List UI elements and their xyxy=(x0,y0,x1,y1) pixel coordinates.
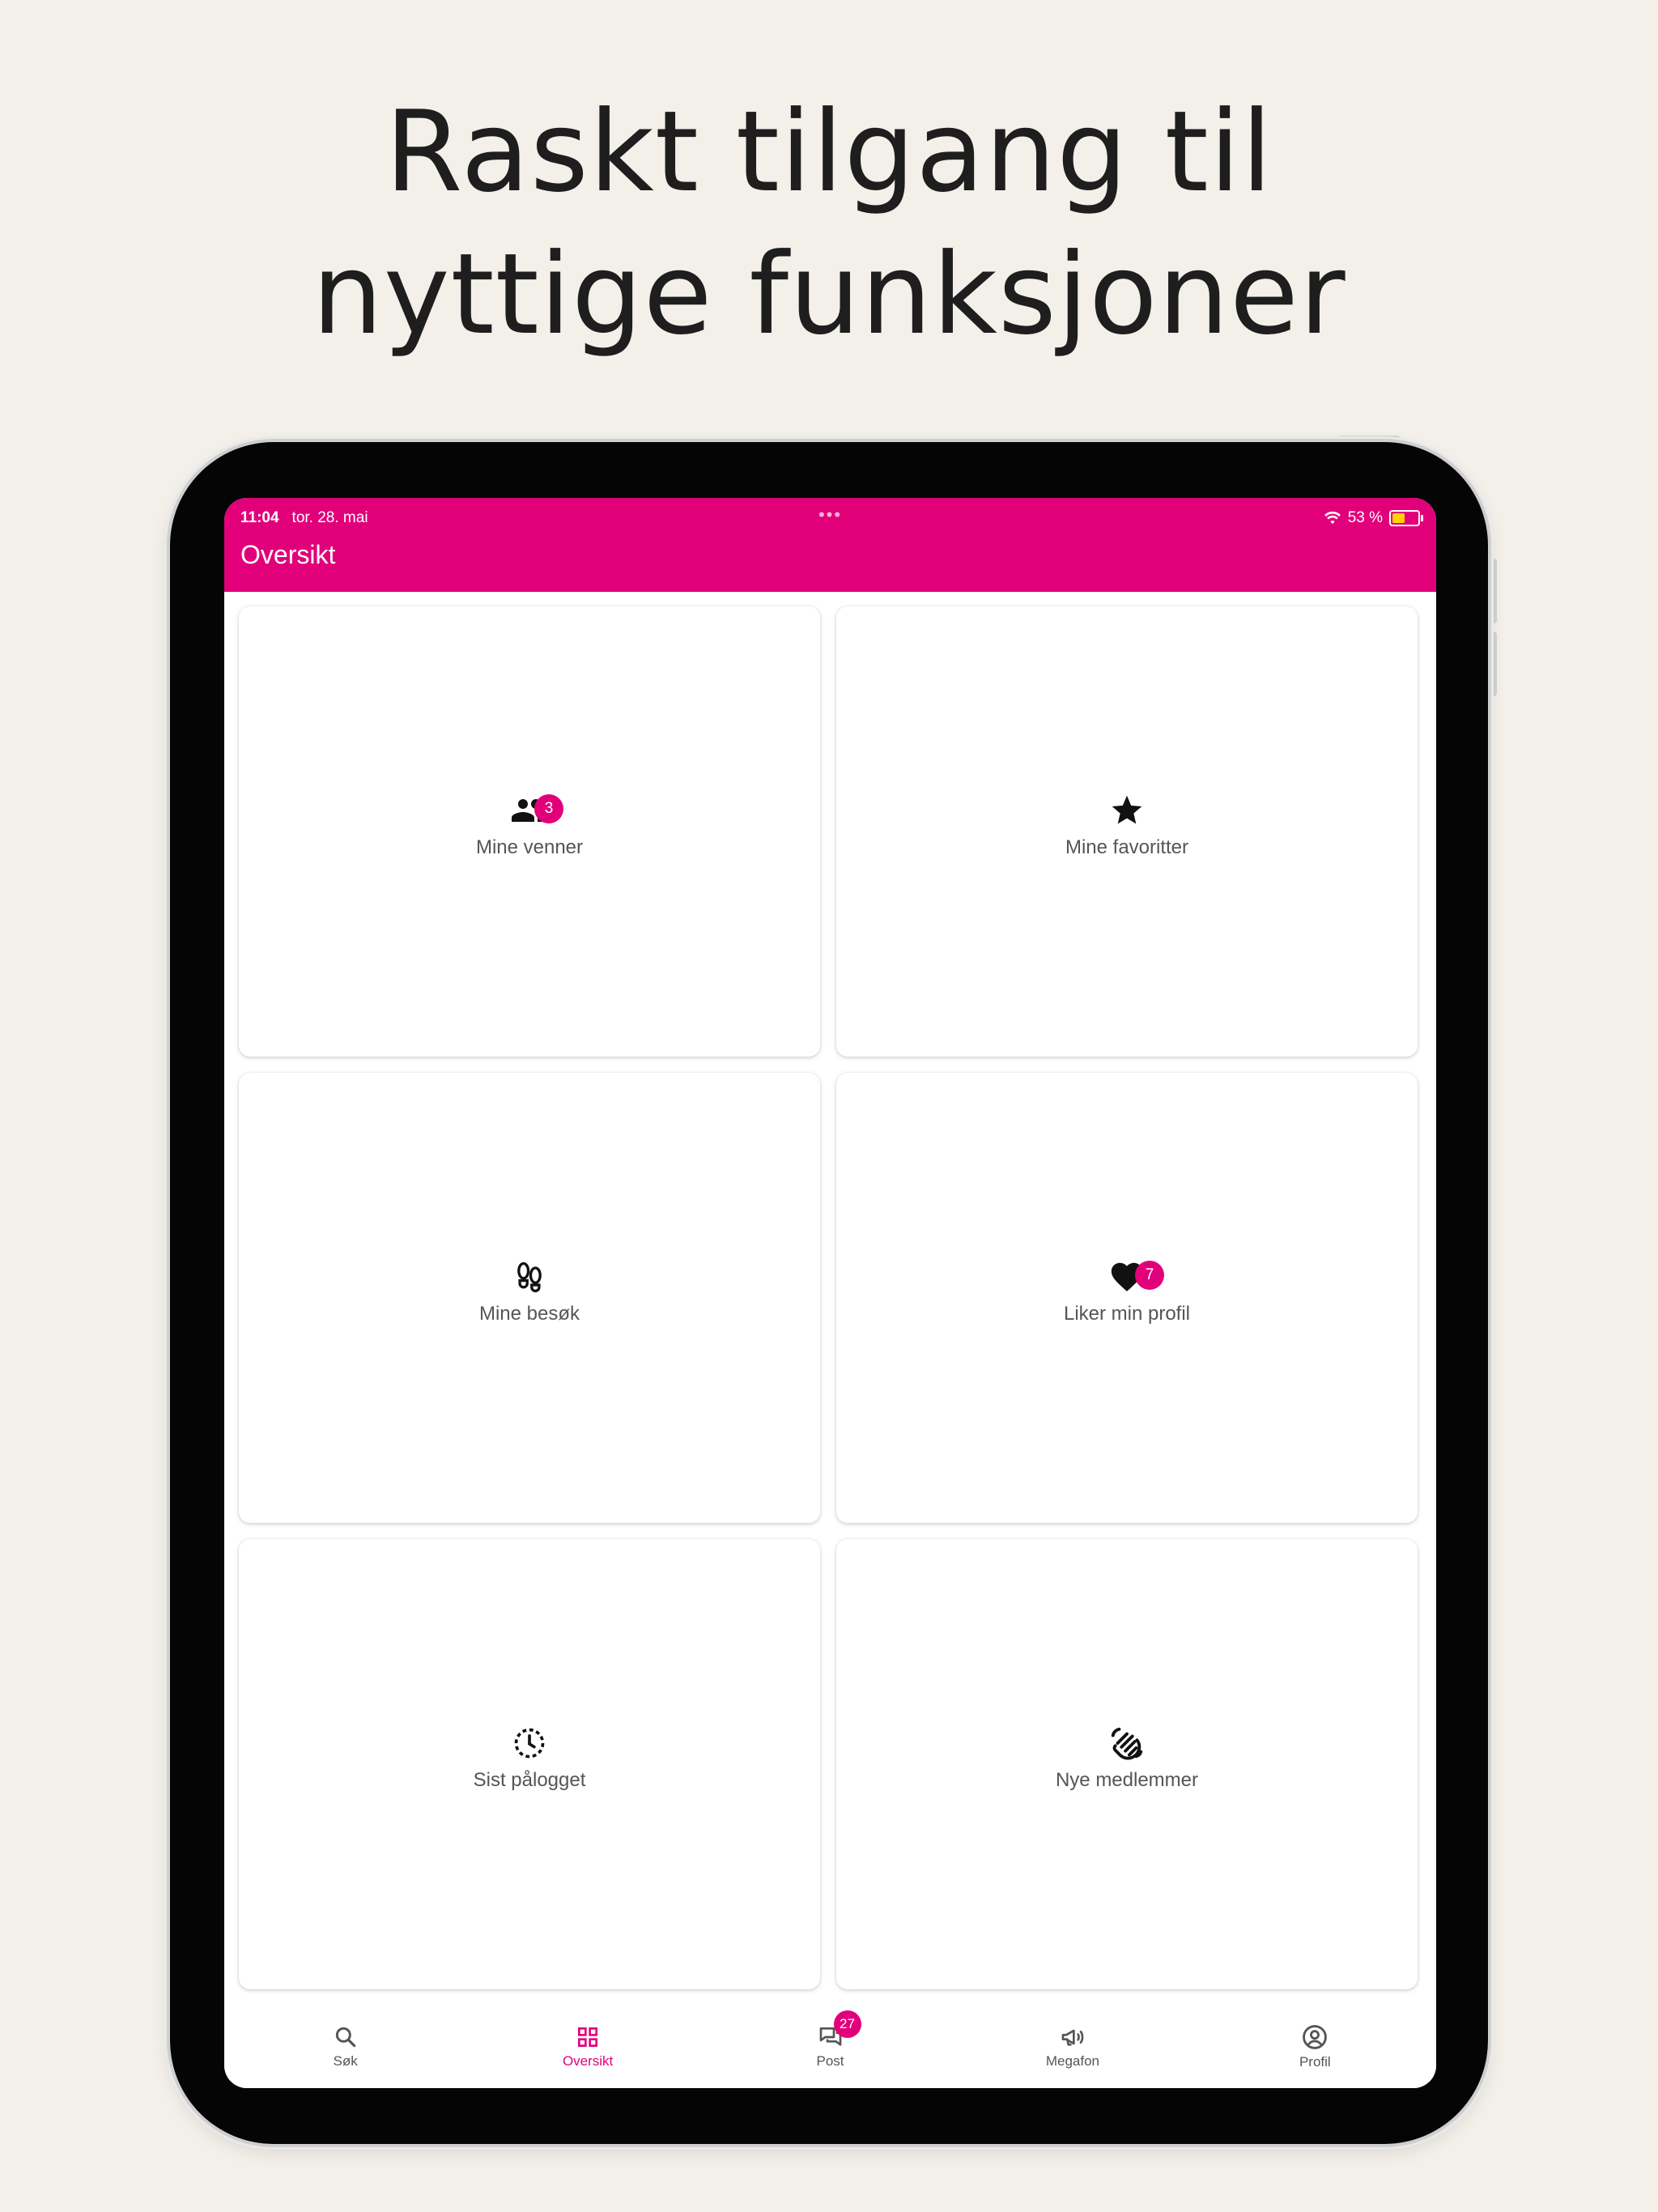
card-sist-palogget[interactable]: Sist pålogget xyxy=(239,1539,820,1989)
unread-messages-badge: 27 xyxy=(833,2010,861,2038)
headline-line-2: nyttige funksjoner xyxy=(312,229,1346,359)
app-screen: 11:04 tor. 28. mai ••• 53 % Oversikt 3 M… xyxy=(224,498,1436,2088)
device-volume-down-button xyxy=(1490,632,1497,696)
nav-item-oversikt[interactable]: Oversikt xyxy=(466,1999,708,2088)
headline: Raskt tilgang til nyttige funksjoner xyxy=(0,81,1658,366)
star-icon xyxy=(1112,795,1142,824)
card-label: Mine favoritter xyxy=(1065,836,1189,858)
nav-item-megafon[interactable]: Megafon xyxy=(951,1999,1193,2088)
status-bar: 11:04 tor. 28. mai ••• 53 % xyxy=(240,504,1423,532)
multitask-dots-icon[interactable]: ••• xyxy=(818,504,842,525)
megaphone-icon xyxy=(1061,2029,1084,2046)
card-nye-medlemmer[interactable]: Nye medlemmer xyxy=(836,1539,1418,1989)
profile-icon xyxy=(1303,2025,1328,2049)
wifi-icon xyxy=(1324,511,1341,525)
overview-grid: 3 Mine venner Mine favoritter Mine besøk… xyxy=(239,606,1422,1989)
nav-label: Oversikt xyxy=(562,2053,614,2069)
app-bar: 11:04 tor. 28. mai ••• 53 % Oversikt xyxy=(224,498,1436,592)
nav-item-post[interactable]: 27 Post xyxy=(709,1999,951,2088)
status-time: 11:04 xyxy=(240,509,279,526)
card-label: Liker min profil xyxy=(1063,1303,1191,1325)
card-label: Mine venner xyxy=(475,836,584,858)
status-date: tor. 28. mai xyxy=(291,509,368,526)
bottom-navigation: Søk Oversikt 27 Post Megafon Profil xyxy=(224,1999,1436,2088)
nav-label: Megafon xyxy=(1045,2053,1099,2069)
nav-label: Profil xyxy=(1299,2054,1331,2069)
headline-line-1: Raskt tilgang til xyxy=(385,87,1273,217)
card-mine-favoritter[interactable]: Mine favoritter xyxy=(836,606,1418,1057)
device-volume-up-button xyxy=(1490,559,1497,623)
nav-item-sok[interactable]: Søk xyxy=(224,1999,466,2088)
card-mine-venner[interactable]: 3 Mine venner xyxy=(239,606,820,1057)
nav-label: Søk xyxy=(333,2053,358,2069)
battery-icon xyxy=(1389,510,1423,526)
nav-item-profil[interactable]: Profil xyxy=(1194,1999,1436,2088)
card-label: Sist pålogget xyxy=(473,1769,586,1791)
clock-icon xyxy=(514,1728,545,1759)
battery-percent: 53 % xyxy=(1347,509,1383,526)
friends-count-badge: 3 xyxy=(534,794,563,823)
card-liker-min-profil[interactable]: 7 Liker min profil xyxy=(836,1073,1418,1523)
footprints-icon xyxy=(517,1261,542,1292)
device-top-button xyxy=(1337,436,1401,442)
grid-icon xyxy=(578,2027,598,2047)
waving-hand-icon xyxy=(1111,1727,1143,1760)
nav-label: Post xyxy=(816,2053,844,2069)
card-label: Nye medlemmer xyxy=(1055,1769,1199,1791)
search-icon xyxy=(335,2027,355,2048)
card-mine-besok[interactable]: Mine besøk xyxy=(239,1073,820,1523)
card-label: Mine besøk xyxy=(478,1303,580,1325)
page-title: Oversikt xyxy=(240,540,336,569)
likes-count-badge: 7 xyxy=(1135,1261,1164,1290)
